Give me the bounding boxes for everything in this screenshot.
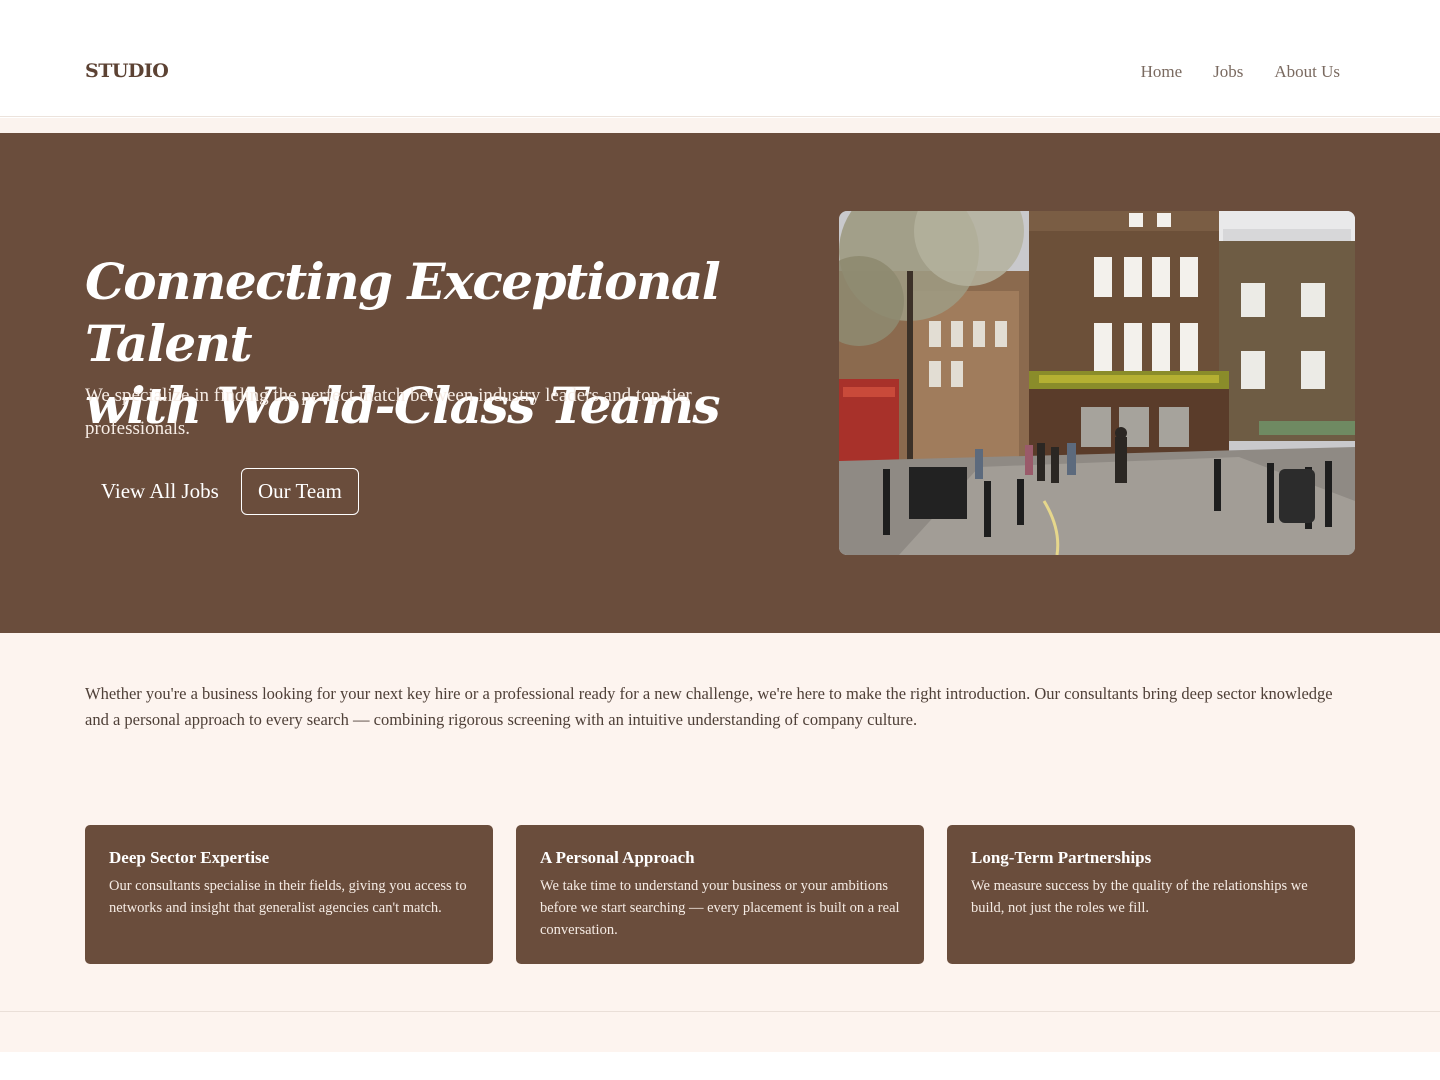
intro-paragraph: Whether you're a business looking for yo… bbox=[85, 684, 1333, 729]
hero-street-photo bbox=[839, 211, 1355, 555]
nav-about-us[interactable]: About Us bbox=[1274, 62, 1340, 82]
feature-card-body: We measure success by the quality of the… bbox=[971, 878, 1308, 916]
feature-card-title: Long-Term Partnerships bbox=[971, 848, 1152, 867]
feature-card-deep-sector-expertise: Deep Sector Expertise Our consultants sp… bbox=[85, 825, 493, 964]
our-team-button[interactable]: Our Team bbox=[241, 468, 359, 515]
feature-card-long-term-partnerships: Long-Term Partnerships We measure succes… bbox=[947, 825, 1355, 964]
feature-card-body: We take time to understand your business… bbox=[540, 878, 900, 938]
hero-title-line-1: Connecting Exceptional Talent bbox=[85, 252, 721, 373]
view-all-jobs-button[interactable]: View All Jobs bbox=[85, 468, 235, 515]
page-bottom bbox=[0, 1052, 1440, 1080]
logo[interactable]: STUDIO bbox=[85, 60, 169, 82]
hero-subtitle: We specialize in finding the perfect mat… bbox=[85, 385, 692, 439]
footer-divider bbox=[0, 1011, 1440, 1012]
feature-card-title: Deep Sector Expertise bbox=[109, 848, 270, 867]
feature-card-personal-approach: A Personal Approach We take time to unde… bbox=[516, 825, 924, 964]
nav-jobs[interactable]: Jobs bbox=[1213, 62, 1243, 82]
nav-home[interactable]: Home bbox=[1141, 62, 1183, 82]
hero-section: Connecting Exceptional Talent with World… bbox=[0, 133, 1440, 633]
intro-section: Whether you're a business looking for yo… bbox=[0, 633, 1440, 1052]
feature-card-body: Our consultants specialise in their fiel… bbox=[109, 878, 467, 916]
feature-card-title: A Personal Approach bbox=[540, 848, 695, 867]
header-spacer bbox=[0, 118, 1440, 133]
main-nav: Home Jobs About Us bbox=[1141, 62, 1340, 82]
site-header: STUDIO Home Jobs About Us bbox=[0, 0, 1440, 117]
